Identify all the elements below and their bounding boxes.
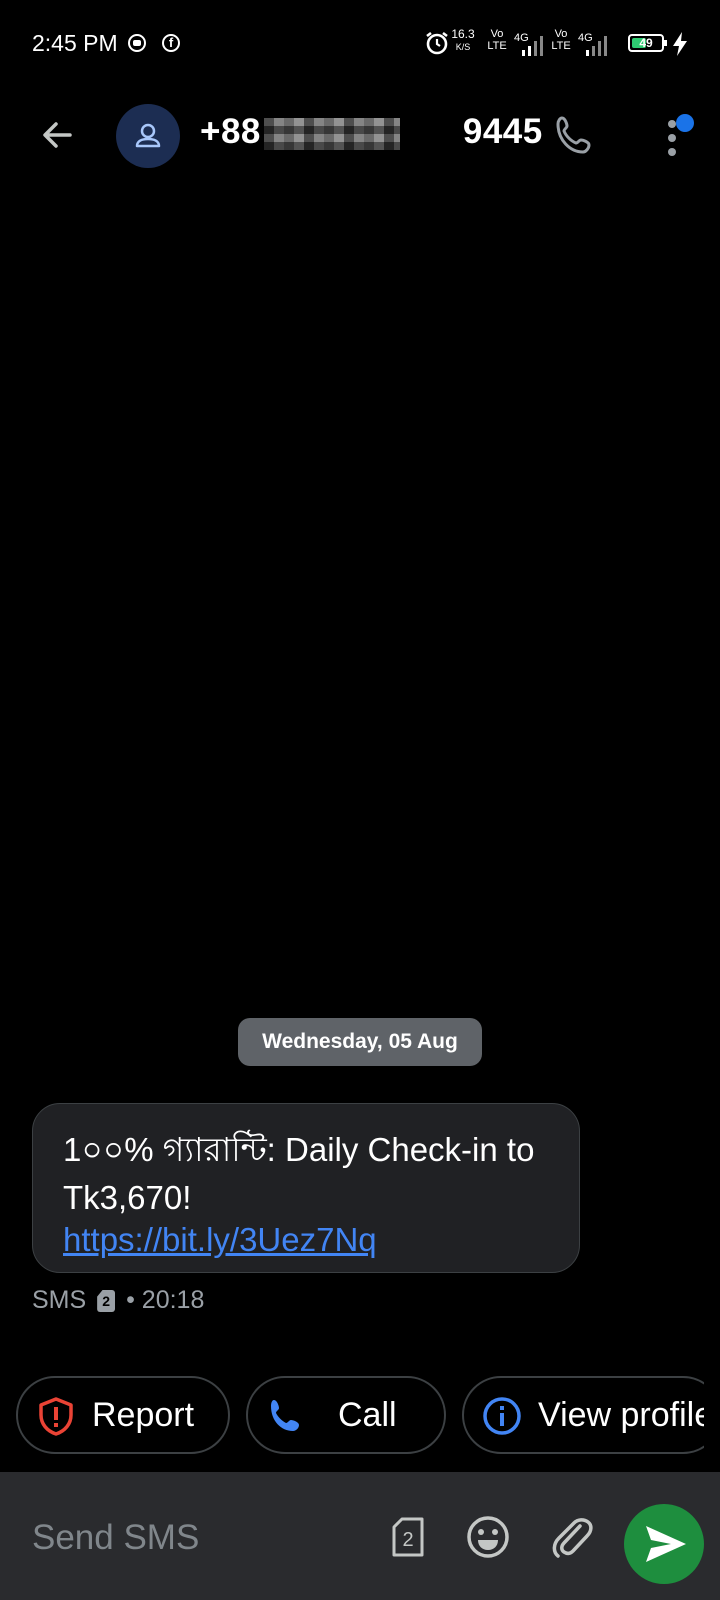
conversation-header: +88 9445 xyxy=(0,90,720,180)
message-text: 1০০% গ্যারান্টি: Daily Check-in to Tk3,6… xyxy=(63,1131,535,1216)
attach-button[interactable] xyxy=(548,1512,594,1562)
report-label: Report xyxy=(92,1396,195,1434)
back-button[interactable] xyxy=(34,112,80,158)
contact-number-suffix: 9445 xyxy=(462,112,543,151)
redaction-mosaic xyxy=(264,118,400,150)
battery-tip xyxy=(664,40,667,46)
message-input[interactable] xyxy=(32,1514,352,1562)
info-icon xyxy=(483,1397,521,1435)
net-speed-value: 16.3 xyxy=(451,27,475,41)
youtube-icon xyxy=(128,34,146,52)
status-bar: 2:45 PM f 16.3 K/S Vo LTE 4G Vo LTE 4G 4… xyxy=(0,0,720,90)
volte-2-bottom: LTE xyxy=(551,40,571,52)
volte-1: Vo LTE xyxy=(484,28,510,52)
date-chip: Wednesday, 05 Aug xyxy=(238,1018,482,1066)
message-bubble[interactable]: 1০০% গ্যারান্টি: Daily Check-in to Tk3,6… xyxy=(32,1103,580,1273)
view-profile-button[interactable]: View profile xyxy=(462,1376,704,1454)
battery-level: 49 xyxy=(639,36,653,50)
signal-2-icon xyxy=(586,36,607,56)
shield-alert-icon xyxy=(39,1397,73,1436)
call-label: Call xyxy=(338,1396,397,1434)
charging-icon xyxy=(673,32,687,56)
quick-actions: Report Call View profile xyxy=(0,1376,704,1456)
sim-icon: 2 xyxy=(97,1290,116,1312)
contact-number[interactable]: +88 9445 xyxy=(200,112,543,152)
signal-1-icon xyxy=(522,36,543,56)
call-button[interactable] xyxy=(552,112,598,158)
avatar[interactable] xyxy=(116,104,180,168)
more-dot xyxy=(668,120,676,128)
message-link[interactable]: https://bit.ly/3Uez7Nq xyxy=(63,1218,549,1262)
notification-dot xyxy=(676,114,694,132)
status-time: 2:45 PM xyxy=(32,30,118,56)
facebook-icon: f xyxy=(162,34,180,52)
volte-1-bottom: LTE xyxy=(487,40,507,52)
volte-2: Vo LTE xyxy=(548,28,574,52)
message-channel: SMS xyxy=(32,1286,87,1314)
network-speed: 16.3 K/S xyxy=(450,28,476,54)
message-time: • 20:18 xyxy=(126,1286,205,1314)
net-speed-unit: K/S xyxy=(455,42,471,52)
send-button[interactable] xyxy=(624,1504,704,1584)
more-dot xyxy=(668,148,676,156)
composer-bar: 2 xyxy=(0,1472,720,1600)
contact-number-prefix: +88 xyxy=(200,112,261,151)
message-meta: SMS 2 • 20:18 xyxy=(32,1286,204,1315)
alarm-icon xyxy=(426,31,448,55)
sim-select-button[interactable]: 2 xyxy=(390,1516,426,1558)
send-icon xyxy=(646,1526,686,1562)
person-icon xyxy=(135,123,161,148)
phone-icon xyxy=(271,1400,299,1431)
sim-number: 2 xyxy=(402,1529,413,1551)
volte-1-top: Vo xyxy=(490,28,504,40)
volte-2-top: Vo xyxy=(554,28,568,40)
battery-icon: 49 xyxy=(628,34,664,52)
report-button[interactable]: Report xyxy=(16,1376,230,1454)
call-chip-button[interactable]: Call xyxy=(246,1376,446,1454)
emoji-button[interactable] xyxy=(465,1514,511,1560)
view-profile-label: View profile xyxy=(538,1396,704,1434)
more-dot xyxy=(668,134,676,142)
